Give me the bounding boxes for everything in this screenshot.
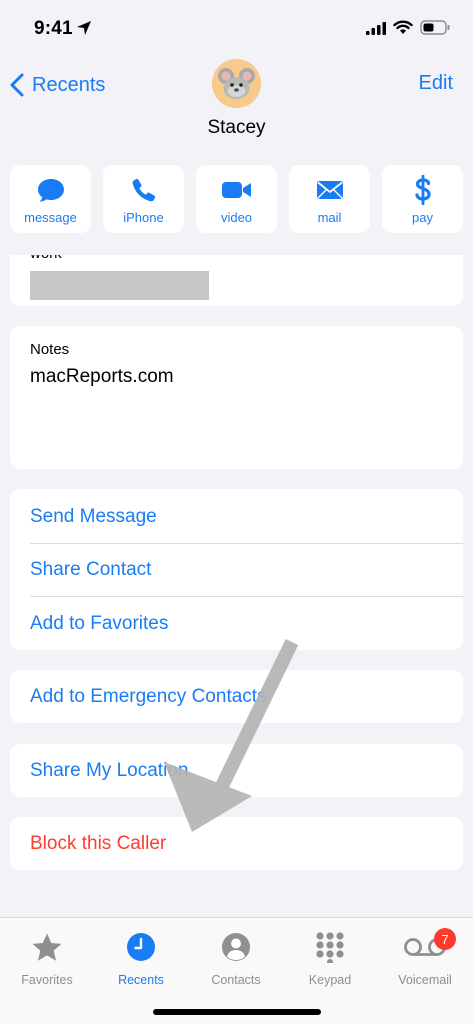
tab-favorites[interactable]: Favorites [0, 930, 94, 987]
pay-action-button[interactable]: pay [382, 165, 463, 233]
star-icon [0, 930, 94, 964]
chevron-left-icon [10, 73, 24, 97]
tab-contacts[interactable]: Contacts [189, 930, 283, 987]
work-label: work [30, 255, 62, 262]
quick-actions: message iPhone video mail pay [10, 165, 463, 233]
share-my-location-row[interactable]: Share My Location [10, 744, 463, 797]
edit-button[interactable]: Edit [419, 72, 453, 95]
add-to-favorites-row[interactable]: Add to Favorites [30, 597, 463, 650]
mail-action-button[interactable]: mail [289, 165, 370, 233]
action-label: video [220, 210, 253, 225]
contact-actions-list: Send Message Share Contact Add to Favori… [10, 489, 463, 650]
action-label: iPhone [123, 210, 164, 225]
voicemail-badge: 7 [434, 928, 456, 950]
back-label: Recents [32, 73, 106, 96]
tab-bar: Favorites Recents Contacts Keypad 7 Voic… [0, 917, 473, 1024]
location-arrow-icon [76, 20, 92, 41]
action-label: message [24, 210, 77, 225]
notes-label: Notes [30, 341, 70, 358]
cellular-signal-icon [366, 22, 386, 40]
work-phone-card[interactable]: work [10, 255, 463, 306]
tab-label: Favorites [21, 973, 73, 987]
block-caller-row[interactable]: Block this Caller [10, 817, 463, 870]
back-button[interactable]: Recents [10, 70, 105, 100]
video-action-button[interactable]: video [196, 165, 277, 233]
envelope-icon [316, 176, 344, 204]
phone-icon [132, 176, 156, 204]
avatar[interactable] [212, 59, 261, 108]
mouse-memoji-icon [218, 68, 255, 99]
contact-name: Stacey [207, 117, 266, 138]
keypad-icon [283, 930, 377, 964]
voicemail-icon: 7 [378, 928, 472, 964]
status-time: 9:41 [34, 18, 73, 39]
call-action-button[interactable]: iPhone [103, 165, 184, 233]
action-label: mail [317, 210, 342, 225]
add-to-emergency-contacts-row[interactable]: Add to Emergency Contacts [10, 670, 463, 723]
message-bubble-icon [37, 176, 65, 204]
tab-recents[interactable]: Recents [94, 930, 188, 987]
clock-icon [94, 930, 188, 964]
action-label: pay [412, 210, 433, 225]
dollar-icon [413, 175, 433, 205]
tab-label: Voicemail [398, 973, 452, 987]
tab-voicemail[interactable]: 7 Voicemail [378, 928, 472, 987]
message-action-button[interactable]: message [10, 165, 91, 233]
home-indicator [153, 1009, 321, 1015]
tab-label: Keypad [308, 973, 352, 987]
notes-value: macReports.com [30, 366, 174, 387]
tab-label: Recents [118, 973, 164, 987]
person-circle-icon [189, 930, 283, 964]
tab-label: Contacts [211, 973, 261, 987]
share-contact-row[interactable]: Share Contact [30, 543, 463, 596]
send-message-row[interactable]: Send Message [30, 490, 463, 543]
video-camera-icon [221, 176, 253, 204]
status-bar: 9:41 [0, 0, 473, 56]
battery-icon [420, 20, 450, 40]
wifi-icon [393, 20, 413, 40]
tab-keypad[interactable]: Keypad [283, 930, 377, 987]
notes-card[interactable]: Notes macReports.com [10, 326, 463, 469]
redacted-phone-number [30, 271, 209, 300]
